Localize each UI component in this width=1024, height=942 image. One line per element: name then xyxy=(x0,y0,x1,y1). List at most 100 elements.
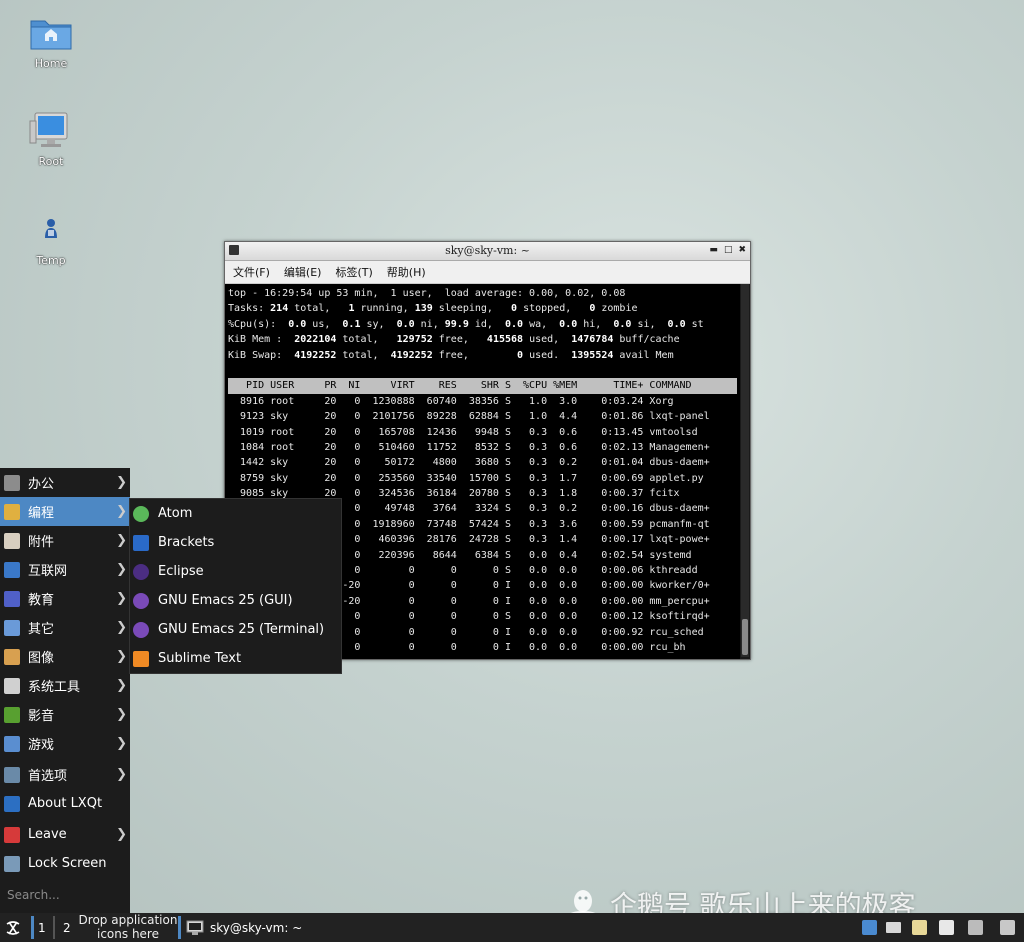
computer-icon xyxy=(29,111,73,151)
window-title: sky@sky-vm: ~ xyxy=(445,244,530,257)
menu-search-input[interactable]: Search... xyxy=(7,888,60,902)
desktop-icon-label: Home xyxy=(34,57,68,70)
menu-item-label: Lock Screen xyxy=(28,856,107,871)
desktop-icon-root[interactable]: Root xyxy=(11,111,91,168)
menu-item-office[interactable]: 办公 ❯ xyxy=(0,468,130,497)
volume-icon[interactable] xyxy=(968,920,983,935)
preferences-icon xyxy=(4,766,20,783)
keyboard-icon[interactable] xyxy=(886,922,901,933)
chevron-right-icon: ❯ xyxy=(116,562,127,577)
other-icon xyxy=(4,619,20,636)
chevron-right-icon: ❯ xyxy=(116,767,127,782)
menu-item-info[interactable]: About LXQt xyxy=(0,789,130,818)
power-icon xyxy=(4,826,20,843)
submenu-item-brackets[interactable]: Brackets xyxy=(130,528,341,557)
menu-item-lock-screen[interactable]: Lock Screen xyxy=(0,849,130,878)
desktop-icon-label: Root xyxy=(38,155,64,168)
submenu-item-label: Sublime Text xyxy=(158,651,242,666)
programming-icon xyxy=(4,503,20,520)
chevron-right-icon: ❯ xyxy=(116,649,127,664)
menu-item-accessories[interactable]: 附件 ❯ xyxy=(0,526,130,555)
top-swap-line: KiB Swap: 4192252 total, 4192252 free, 0… xyxy=(228,349,674,361)
menu-item-label: 首选项 xyxy=(28,769,68,784)
desktop-switch-2[interactable]: 2 xyxy=(63,913,75,942)
menu-item-programming[interactable]: 编程 ❯ xyxy=(0,497,130,526)
chevron-right-icon: ❯ xyxy=(116,707,127,722)
menu-item-other[interactable]: 其它 ❯ xyxy=(0,613,130,642)
submenu-item-label: Brackets xyxy=(158,535,215,550)
menu-item-label: 系统工具 xyxy=(28,680,81,695)
top-uptime-line: top - 16:29:54 up 53 min, 1 user, load a… xyxy=(228,288,626,299)
menu-tabs[interactable]: 标签(T) xyxy=(335,264,372,280)
lock-screen-icon xyxy=(4,855,20,872)
eclipse-icon xyxy=(133,563,149,580)
start-menu-button[interactable] xyxy=(4,913,26,942)
submenu-item-sublime-text[interactable]: Sublime Text xyxy=(130,644,341,673)
chevron-right-icon: ❯ xyxy=(116,620,127,635)
brackets-icon xyxy=(133,534,149,551)
minimize-icon[interactable]: ▬ xyxy=(709,245,718,255)
monitor-icon xyxy=(186,920,204,935)
submenu-item-atom[interactable]: Atom xyxy=(130,499,341,528)
menu-item-multimedia[interactable]: 影音 ❯ xyxy=(0,700,130,729)
clipboard-icon[interactable] xyxy=(912,920,927,935)
menu-item-label: 游戏 xyxy=(28,738,55,753)
process-row: 8916 root 20 0 1230888 60740 38356 S 1.0… xyxy=(228,395,674,407)
emacs-icon xyxy=(133,621,149,638)
menu-item-label: About LXQt xyxy=(28,796,103,811)
removable-drive-icon[interactable] xyxy=(939,920,954,935)
terminal-scrollbar[interactable] xyxy=(741,284,749,657)
menu-help[interactable]: 帮助(H) xyxy=(387,264,426,280)
games-icon xyxy=(4,735,20,752)
menu-item-education[interactable]: 教育 ❯ xyxy=(0,584,130,613)
process-row: 9123 sky 20 0 2101756 89228 62884 S 1.0 … xyxy=(228,411,710,423)
window-titlebar[interactable]: sky@sky-vm: ~ ▬ □ ✖ xyxy=(225,242,750,261)
office-icon xyxy=(4,474,20,491)
submenu-item-label: GNU Emacs 25 (GUI) xyxy=(158,593,293,608)
top-tasks-line: Tasks: 214 total, 1 running, 139 sleepin… xyxy=(228,303,638,315)
submenu-item-gnu-emacs-25-gui[interactable]: GNU Emacs 25 (GUI) xyxy=(130,586,341,615)
process-table-header: PID USER PR NI VIRT RES SHR S %CPU %MEM … xyxy=(228,378,737,394)
search-icon[interactable] xyxy=(862,920,877,935)
menu-item-label: 影音 xyxy=(28,709,55,724)
process-row: 1019 root 20 0 165708 12436 9948 S 0.3 0… xyxy=(228,426,698,438)
process-row: 1084 root 20 0 510460 11752 8532 S 0.3 0… xyxy=(228,441,710,453)
accessories-icon xyxy=(4,532,20,549)
chevron-right-icon: ❯ xyxy=(116,827,127,842)
menu-item-label: 附件 xyxy=(28,535,55,550)
chevron-right-icon: ❯ xyxy=(116,736,127,751)
chevron-right-icon: ❯ xyxy=(116,533,127,548)
sublime-text-icon xyxy=(133,650,149,667)
desktop-switch-1[interactable]: 1 xyxy=(38,913,50,942)
menu-item-graphics[interactable]: 图像 ❯ xyxy=(0,642,130,671)
menu-item-label: 办公 xyxy=(28,477,55,492)
desktop-icon-label: Temp xyxy=(36,254,66,267)
task-button-terminal[interactable]: sky@sky-vm: ~ xyxy=(186,913,316,942)
menu-item-internet[interactable]: 互联网 ❯ xyxy=(0,555,130,584)
education-icon xyxy=(4,590,20,607)
menu-edit[interactable]: 编辑(E) xyxy=(284,264,322,280)
programming-submenu: Atom Brackets Eclipse GNU Emacs 25 (GUI) GNU… xyxy=(129,498,342,674)
maximize-icon[interactable]: □ xyxy=(724,245,733,255)
task-button-label: sky@sky-vm: ~ xyxy=(210,920,303,935)
scrollbar-thumb[interactable] xyxy=(742,619,748,655)
network-icon[interactable] xyxy=(1000,920,1015,935)
start-menu: Lock Screen Leave ❯ About LXQt 首选项 ❯ 游戏 ❯ 影音 ❯ 系统工… xyxy=(0,468,130,913)
close-icon[interactable]: ✖ xyxy=(738,245,746,255)
menu-item-preferences[interactable]: 首选项 ❯ xyxy=(0,760,130,789)
menu-item-games[interactable]: 游戏 ❯ xyxy=(0,729,130,758)
chevron-right-icon: ❯ xyxy=(116,678,127,693)
submenu-item-gnu-emacs-25-terminal[interactable]: GNU Emacs 25 (Terminal) xyxy=(130,615,341,644)
submenu-item-label: Atom xyxy=(158,506,193,521)
menu-item-power[interactable]: Leave ❯ xyxy=(0,820,130,849)
top-cpu-line: %Cpu(s): 0.0 us, 0.1 sy, 0.0 ni, 99.9 id… xyxy=(228,318,704,330)
menu-item-system-tools[interactable]: 系统工具 ❯ xyxy=(0,671,130,700)
menu-file[interactable]: 文件(F) xyxy=(233,264,270,280)
desktop-icon-temp[interactable]: Temp xyxy=(11,210,91,267)
top-mem-line: KiB Mem : 2022104 total, 129752 free, 41… xyxy=(228,334,680,346)
desktop-icon-home[interactable]: Home xyxy=(11,13,91,70)
submenu-item-eclipse[interactable]: Eclipse xyxy=(130,557,341,586)
multimedia-icon xyxy=(4,706,20,723)
quicklaunch-drop-area[interactable]: Drop application icons here xyxy=(78,913,178,941)
